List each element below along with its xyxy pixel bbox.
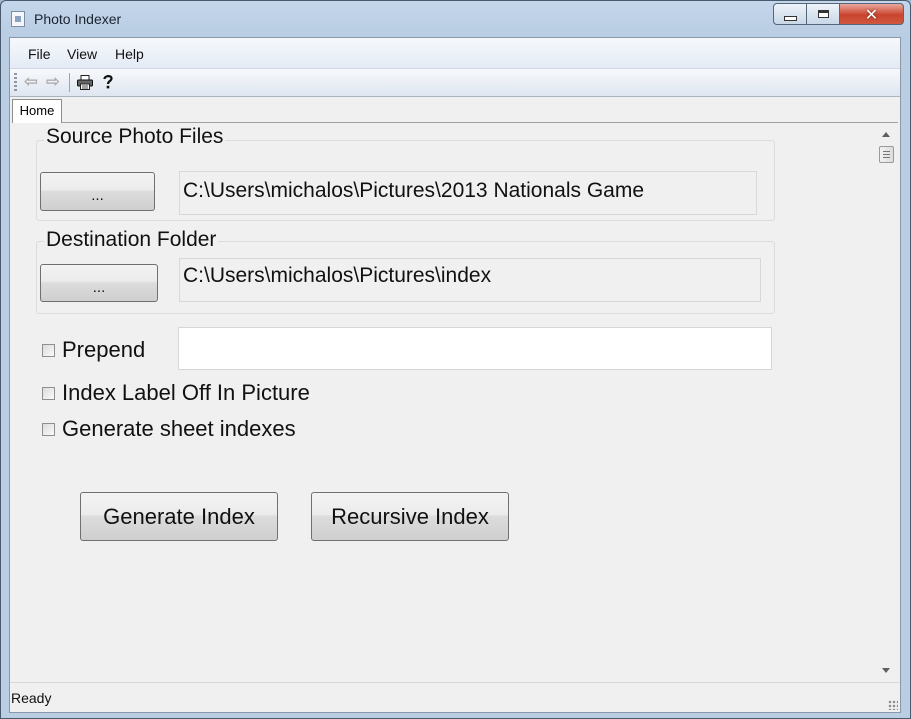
scroll-thumb[interactable]: [879, 146, 894, 163]
app-window: Photo Indexer ✕ File View Help ⇦ ⇨ Home …: [0, 0, 911, 719]
back-arrow-icon[interactable]: ⇦: [22, 72, 40, 92]
generate-index-button[interactable]: Generate Index: [80, 492, 278, 541]
toolbar-grip-icon[interactable]: [14, 73, 17, 92]
source-path-field[interactable]: C:\Users\michalos\Pictures\2013 National…: [179, 171, 757, 215]
index-label-off-option[interactable]: Index Label Off In Picture: [42, 380, 310, 406]
menu-file[interactable]: File: [28, 46, 51, 62]
toolbar: ⇦ ⇨: [10, 69, 900, 97]
menu-help[interactable]: Help: [115, 46, 144, 62]
maximize-icon: [817, 10, 829, 18]
tab-strip: Home: [10, 97, 900, 123]
prepend-checkbox[interactable]: [42, 343, 55, 357]
prepend-input[interactable]: [178, 327, 772, 370]
generate-sheets-option[interactable]: Generate sheet indexes: [42, 416, 296, 442]
source-browse-button[interactable]: ...: [40, 172, 155, 211]
close-icon: ✕: [864, 4, 879, 24]
source-group-label: Source Photo Files: [44, 125, 226, 149]
menu-view[interactable]: View: [67, 46, 97, 62]
status-text: Ready: [11, 690, 52, 706]
scroll-down-icon[interactable]: [882, 668, 890, 673]
printer-icon[interactable]: [76, 73, 94, 91]
destination-browse-button[interactable]: ...: [40, 264, 158, 302]
status-bar: Ready: [10, 682, 900, 712]
window-title: Photo Indexer: [34, 11, 122, 27]
resize-grip-icon[interactable]: [888, 700, 898, 710]
minimize-button[interactable]: [773, 3, 807, 25]
prepend-label[interactable]: Prepend: [62, 337, 145, 363]
help-question-icon[interactable]: [99, 73, 117, 91]
title-bar[interactable]: Photo Indexer ✕: [1, 1, 910, 37]
app-icon[interactable]: [11, 11, 25, 27]
tab-home[interactable]: Home: [12, 99, 62, 123]
destination-path-field[interactable]: C:\Users\michalos\Pictures\index: [179, 258, 761, 302]
index-label-off-label[interactable]: Index Label Off In Picture: [62, 380, 310, 406]
index-label-off-checkbox[interactable]: [42, 386, 55, 400]
maximize-button[interactable]: [806, 3, 840, 25]
generate-sheets-checkbox[interactable]: [42, 422, 55, 436]
recursive-index-button[interactable]: Recursive Index: [311, 492, 509, 541]
forward-arrow-icon[interactable]: ⇨: [44, 72, 62, 92]
home-tab-panel: Source Photo Files ... C:\Users\michalos…: [12, 122, 898, 682]
minimize-icon: [783, 15, 797, 21]
toolbar-separator: [69, 73, 70, 92]
close-button[interactable]: ✕: [839, 3, 904, 25]
menu-bar: File View Help: [10, 38, 900, 69]
prepend-option[interactable]: Prepend: [42, 337, 145, 363]
client-area: File View Help ⇦ ⇨ Home Source Photo Fil…: [9, 37, 901, 713]
vertical-scrollbar[interactable]: [878, 123, 896, 679]
generate-sheets-label[interactable]: Generate sheet indexes: [62, 416, 296, 442]
destination-group-label: Destination Folder: [44, 228, 219, 252]
scroll-up-icon[interactable]: [882, 132, 890, 137]
